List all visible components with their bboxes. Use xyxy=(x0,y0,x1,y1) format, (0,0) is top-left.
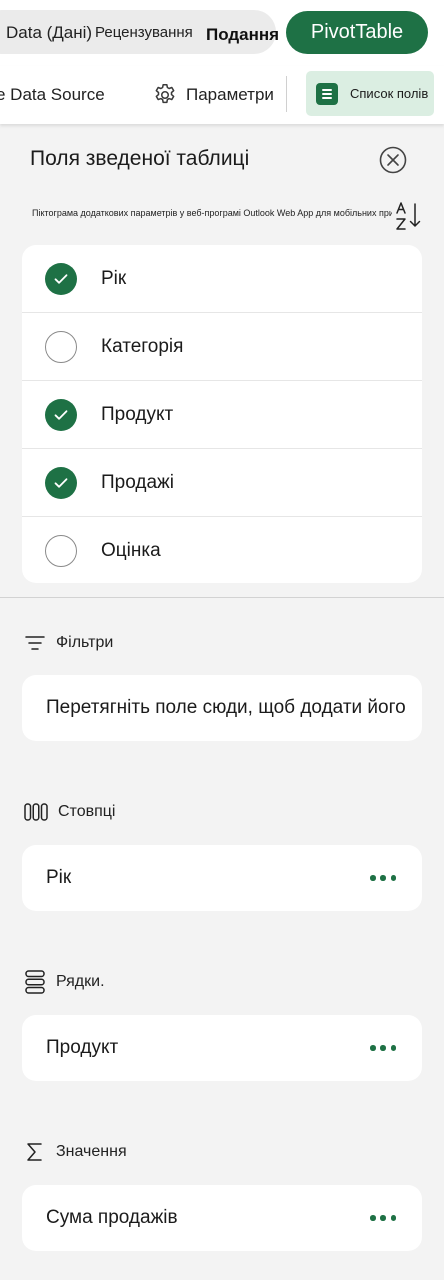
close-button[interactable] xyxy=(378,145,408,175)
filters-title: Фільтри xyxy=(56,634,114,651)
tab-pivottable[interactable]: PivotTable xyxy=(286,11,428,54)
tab-review[interactable]: Рецензування xyxy=(95,22,193,44)
tab-view[interactable]: Подання xyxy=(206,24,279,46)
field-label: Рік xyxy=(101,267,127,289)
gear-icon xyxy=(155,83,175,104)
values-field-card[interactable]: Сума продажів xyxy=(22,1185,422,1251)
columns-title: Стовпці xyxy=(58,803,116,820)
field-list-label: Список полів xyxy=(350,86,429,101)
list-icon xyxy=(316,82,338,105)
panel-title: Поля зведеної таблиці xyxy=(30,147,250,170)
rows-header: Рядки. xyxy=(24,970,105,994)
field-list-button[interactable]: Список полів xyxy=(306,71,434,116)
field-row-year[interactable]: Рік xyxy=(22,245,422,313)
sigma-icon xyxy=(27,1143,42,1161)
columns-header: Стовпці xyxy=(24,800,115,824)
filters-drop-zone[interactable]: Перетягніть поле сюди, щоб додати його xyxy=(22,675,422,741)
field-label: Продажі xyxy=(101,471,174,493)
filters-placeholder: Перетягніть поле сюди, щоб додати його xyxy=(46,697,406,718)
more-horizontal-icon[interactable] xyxy=(370,868,396,888)
more-horizontal-icon[interactable] xyxy=(370,1038,396,1058)
field-row-product[interactable]: Продукт xyxy=(22,381,422,449)
tab-data[interactable]: Data (Дані) xyxy=(6,22,92,44)
columns-icon xyxy=(24,803,48,821)
sort-az-icon xyxy=(396,202,421,230)
filter-icon xyxy=(25,636,45,650)
section-divider xyxy=(0,597,444,598)
field-row-category[interactable]: Категорія xyxy=(22,313,422,381)
field-list: Рік Категорія Продукт Продажі Оцінка xyxy=(22,245,422,583)
close-circle-icon xyxy=(379,146,407,174)
more-horizontal-icon[interactable] xyxy=(370,1208,396,1228)
checkbox-checked-icon[interactable] xyxy=(45,398,77,431)
field-label: Категорія xyxy=(101,335,184,357)
values-title: Значення xyxy=(56,1143,127,1160)
checkbox-checked-icon[interactable] xyxy=(45,466,77,499)
columns-field: Рік xyxy=(46,867,72,888)
values-field: Сума продажів xyxy=(46,1207,178,1228)
field-label: Оцінка xyxy=(101,539,161,561)
field-label: Продукт xyxy=(101,403,174,425)
sort-button[interactable] xyxy=(395,200,423,232)
more-options-alt-text: Піктограма додаткових параметрів у веб-п… xyxy=(32,208,392,218)
values-header: Значення xyxy=(24,1140,127,1164)
rows-title: Рядки. xyxy=(56,973,105,990)
ribbon: e Data Source Параметри Список полів xyxy=(0,66,444,124)
rows-icon xyxy=(25,970,45,994)
rows-field: Продукт xyxy=(46,1037,119,1058)
checkbox-checked-icon[interactable] xyxy=(45,262,77,295)
checkbox-unchecked-icon[interactable] xyxy=(45,534,77,567)
rows-field-card[interactable]: Продукт xyxy=(22,1015,422,1081)
parameters-label: Параметри xyxy=(186,85,274,104)
field-row-rating[interactable]: Оцінка xyxy=(22,517,422,583)
ribbon-divider xyxy=(286,76,287,112)
checkbox-unchecked-icon[interactable] xyxy=(45,330,77,363)
data-source-button[interactable]: e Data Source xyxy=(0,66,105,124)
field-row-sales[interactable]: Продажі xyxy=(22,449,422,517)
data-source-label: e Data Source xyxy=(0,85,105,104)
filters-header: Фільтри xyxy=(24,631,113,655)
tab-bar: Data (Дані) Рецензування Подання PivotTa… xyxy=(0,0,444,66)
parameters-button[interactable]: Параметри xyxy=(152,66,274,124)
columns-field-card[interactable]: Рік xyxy=(22,845,422,911)
